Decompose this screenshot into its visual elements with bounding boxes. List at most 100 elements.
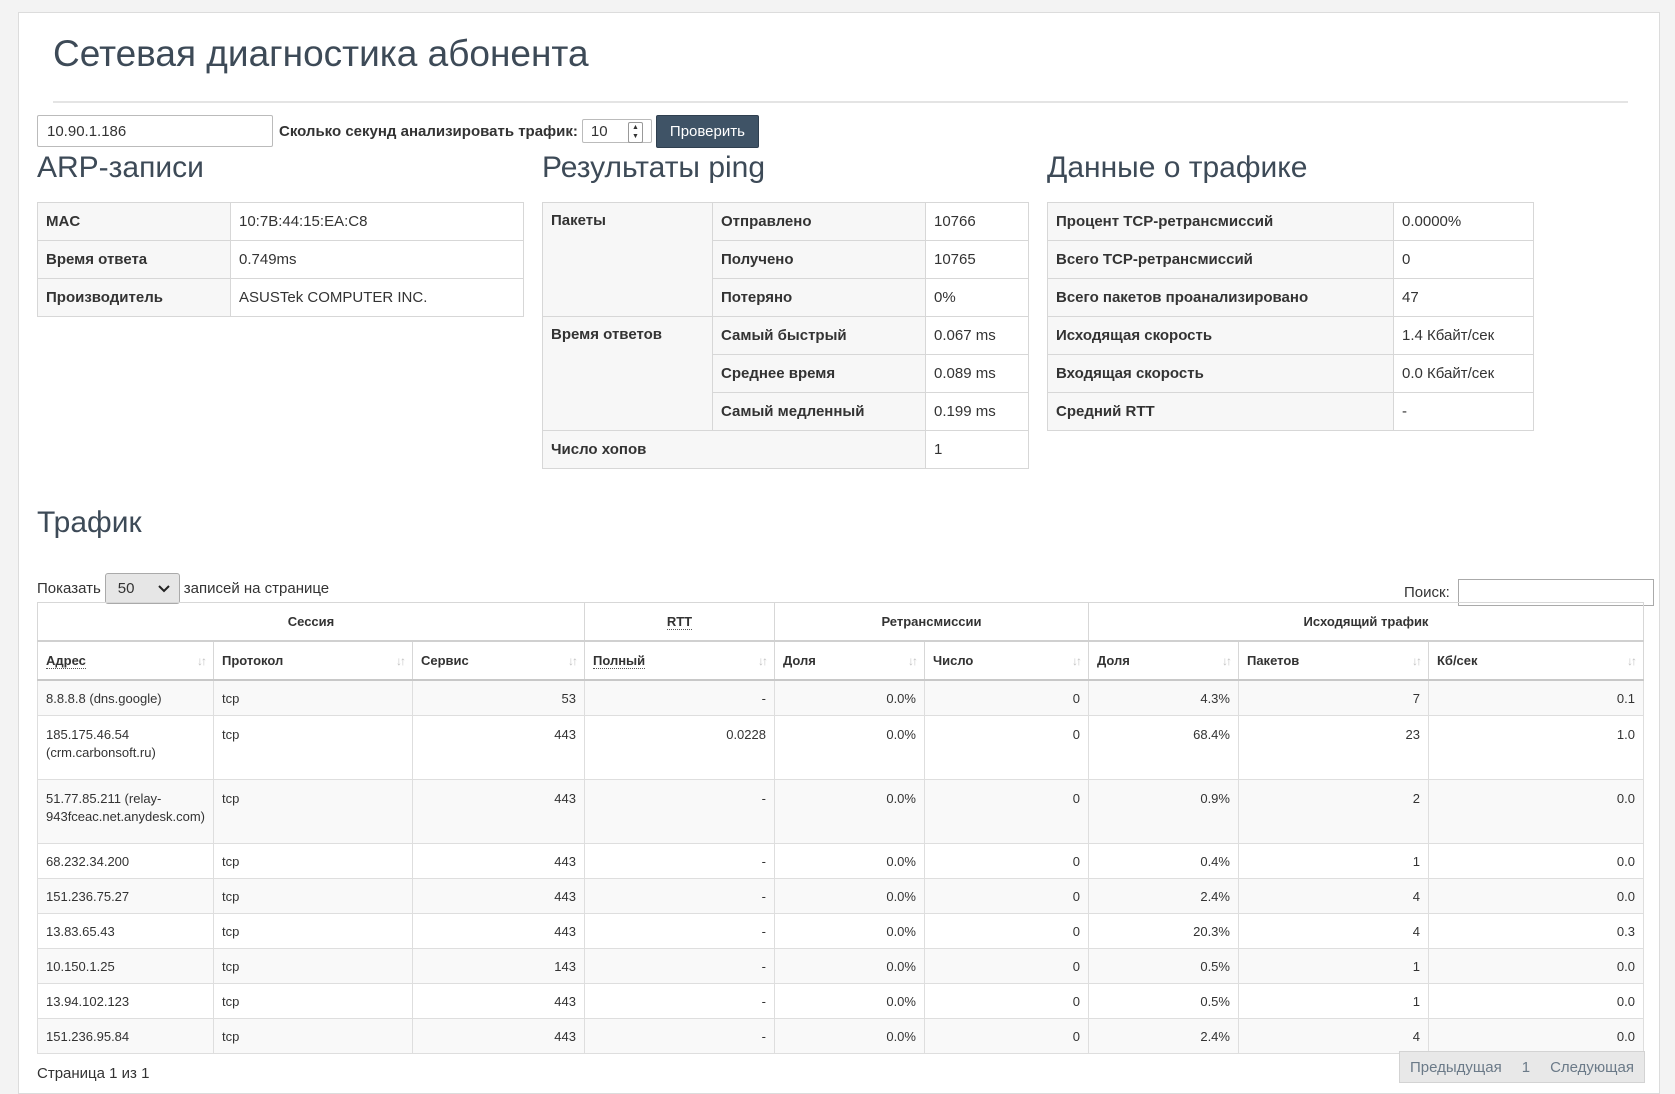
- cell-retrans-count: 0: [923, 983, 1089, 1019]
- cell-retrans-count: 0: [923, 948, 1089, 984]
- group-session: Сессия: [37, 602, 585, 642]
- seconds-stepper[interactable]: 10 ▲ ▼: [581, 119, 652, 143]
- traffic-data-value: 0: [1393, 240, 1534, 279]
- col-out-kbps[interactable]: Кб/сек ↓↑: [1427, 640, 1645, 681]
- col-address[interactable]: Адрес ↓↑: [37, 640, 214, 681]
- cell-out-share: 2.4%: [1087, 1018, 1239, 1054]
- cell-protocol: tcp: [212, 843, 413, 879]
- col-label: Доля: [782, 653, 816, 668]
- traffic-table: Сессия RTT Ретрансмиссии Исходящий трафи…: [37, 602, 1645, 1054]
- group-outgoing-traffic: Исходящий трафик: [1087, 602, 1645, 642]
- cell-retrans-share: 0.0%: [773, 843, 925, 879]
- cell-out-packets: 2: [1237, 779, 1429, 844]
- traffic-data-title: Данные о трафике: [1047, 151, 1308, 184]
- cell-out-kbps: 0.0: [1427, 948, 1645, 984]
- cell-retrans-count: 0: [923, 779, 1089, 844]
- table-row: 10.150.1.25 tcp 143 - 0.0% 0 0.5% 1 0.0: [37, 948, 1645, 984]
- page-length-select[interactable]: 50: [104, 573, 180, 604]
- ping-times-label: Время ответов: [542, 316, 713, 431]
- stepper-arrows-icon[interactable]: ▲ ▼: [627, 122, 643, 143]
- cell-out-kbps: 0.0: [1427, 983, 1645, 1019]
- cell-service: 443: [411, 1018, 585, 1054]
- table-row: 13.83.65.43 tcp 443 - 0.0% 0 20.3% 4 0.3: [37, 913, 1645, 949]
- ping-packets-label: Пакеты: [542, 202, 713, 317]
- cell-service: 443: [411, 983, 585, 1019]
- arp-table: MAC 10:7B:44:15:EA:C8 Время ответа 0.749…: [37, 202, 524, 317]
- col-out-share[interactable]: Доля ↓↑: [1087, 640, 1239, 681]
- traffic-data-table: Процент TCP-ретрансмиссий 0.0000% Всего T…: [1047, 202, 1534, 431]
- col-rtt-full[interactable]: Полный ↓↑: [583, 640, 775, 681]
- table-row: 8.8.8.8 (dns.google) tcp 53 - 0.0% 0 4.3…: [37, 679, 1645, 716]
- group-rtt-label: RTT: [666, 614, 693, 630]
- col-label: Полный: [592, 653, 646, 669]
- page-number-button[interactable]: 1: [1512, 1059, 1540, 1076]
- traffic-data-label: Входящая скорость: [1047, 354, 1394, 393]
- ping-received-label: Получено: [712, 240, 926, 279]
- cell-retrans-share: 0.0%: [773, 913, 925, 949]
- cell-out-share: 0.5%: [1087, 948, 1239, 984]
- col-retrans-count[interactable]: Число ↓↑: [923, 640, 1089, 681]
- ping-received-value: 10765: [925, 240, 1029, 279]
- sort-icon: ↓↑: [1627, 654, 1637, 668]
- cell-retrans-share: 0.0%: [773, 679, 925, 716]
- cell-retrans-count: 0: [923, 715, 1089, 780]
- cell-out-share: 4.3%: [1087, 679, 1239, 716]
- title-divider: [53, 101, 1628, 103]
- cell-protocol: tcp: [212, 878, 413, 914]
- next-page-button[interactable]: Следующая: [1540, 1059, 1644, 1076]
- col-service[interactable]: Сервис ↓↑: [411, 640, 585, 681]
- cell-address: 8.8.8.8 (dns.google): [37, 679, 214, 716]
- traffic-data-label: Всего TCP-ретрансмиссий: [1047, 240, 1394, 279]
- traffic-data-label: Всего пакетов проанализировано: [1047, 278, 1394, 317]
- col-label: Пакетов: [1246, 653, 1300, 668]
- cell-out-share: 68.4%: [1087, 715, 1239, 780]
- cell-retrans-share: 0.0%: [773, 878, 925, 914]
- cell-protocol: tcp: [212, 948, 413, 984]
- col-retrans-share[interactable]: Доля ↓↑: [773, 640, 925, 681]
- cell-out-share: 0.5%: [1087, 983, 1239, 1019]
- arp-row: Производитель ASUSTek COMPUTER INC.: [37, 278, 524, 317]
- table-row: 51.77.85.211 (relay-943fceac.net.anydesk…: [37, 779, 1645, 844]
- cell-out-packets: 7: [1237, 679, 1429, 716]
- search-label: Поиск:: [1404, 584, 1450, 601]
- cell-rtt: -: [583, 1018, 775, 1054]
- cell-out-packets: 4: [1237, 878, 1429, 914]
- cell-rtt: -: [583, 843, 775, 879]
- cell-out-kbps: 0.0: [1427, 779, 1645, 844]
- cell-retrans-count: 0: [923, 1018, 1089, 1054]
- table-row: 68.232.34.200 tcp 443 - 0.0% 0 0.4% 1 0.…: [37, 843, 1645, 879]
- cell-out-packets: 23: [1237, 715, 1429, 780]
- traffic-data-value: -: [1393, 392, 1534, 431]
- check-button[interactable]: Проверить: [655, 114, 759, 148]
- col-label: Адрес: [46, 653, 86, 669]
- cell-protocol: tcp: [212, 1018, 413, 1054]
- traffic-data-label: Исходящая скорость: [1047, 316, 1394, 355]
- table-row: 13.94.102.123 tcp 443 - 0.0% 0 0.5% 1 0.…: [37, 983, 1645, 1019]
- sort-icon: ↓↑: [395, 654, 406, 668]
- col-protocol[interactable]: Протокол ↓↑: [212, 640, 413, 681]
- ping-fastest-label: Самый быстрый: [712, 316, 926, 355]
- cell-retrans-count: 0: [923, 843, 1089, 879]
- table-info: Страница 1 из 1: [37, 1065, 150, 1082]
- arp-value: 10:7B:44:15:EA:C8: [230, 202, 524, 241]
- sort-icon: ↓↑: [1411, 654, 1422, 668]
- ping-avg-label: Среднее время: [712, 354, 926, 393]
- arp-value: 0.749ms: [230, 240, 524, 279]
- cell-rtt: -: [583, 948, 775, 984]
- ip-address-input[interactable]: [37, 115, 273, 147]
- ping-table: Пакеты Отправлено 10766 Получено 10765 П…: [542, 202, 1029, 469]
- cell-out-kbps: 0.1: [1427, 679, 1645, 716]
- traffic-data-value: 0.0000%: [1393, 202, 1534, 241]
- prev-page-button[interactable]: Предыдущая: [1400, 1059, 1512, 1076]
- cell-protocol: tcp: [212, 715, 413, 780]
- cell-out-kbps: 0.0: [1427, 843, 1645, 879]
- sort-icon: ↓↑: [1221, 654, 1232, 668]
- table-row: 151.236.75.27 tcp 443 - 0.0% 0 2.4% 4 0.…: [37, 878, 1645, 914]
- traffic-title: Трафик: [37, 506, 142, 539]
- cell-address: 151.236.95.84: [37, 1018, 214, 1054]
- cell-address: 13.94.102.123: [37, 983, 214, 1019]
- col-label: Протокол: [221, 653, 284, 668]
- diagnostic-form: Сколько секунд анализировать трафик: 10 …: [37, 114, 759, 148]
- cell-service: 443: [411, 715, 585, 780]
- col-out-packets[interactable]: Пакетов ↓↑: [1237, 640, 1429, 681]
